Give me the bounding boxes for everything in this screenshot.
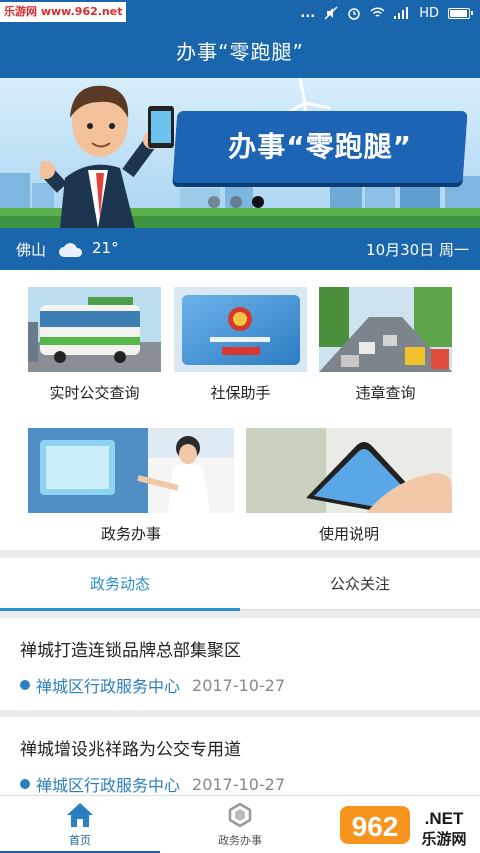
bullet-icon [20, 779, 30, 789]
news-title: 禅城增设兆祥路为公交专用道 [20, 740, 241, 760]
service-label: 使用说明 [318, 525, 379, 543]
weather-city: 佛山 [16, 241, 47, 259]
service-government[interactable]: 政务办事 [28, 428, 234, 548]
news-item[interactable]: 禅城增设兆祥路为公交专用道 禅城区行政服务中心 2017-10-27 [0, 717, 480, 795]
service-label: 社保助手 [210, 384, 271, 402]
battery-icon [448, 7, 473, 19]
tab-government-news[interactable]: 政务动态 [0, 558, 240, 611]
more-dots: ... [300, 5, 316, 21]
mute-icon [324, 6, 338, 20]
weather-bar: 佛山 21° 10月30日 周一 [0, 228, 480, 270]
news-source: 禅城区行政服务中心 [36, 776, 181, 795]
social-security-card-photo [174, 287, 307, 372]
watermark-label: 乐游网 www.962.net [0, 2, 127, 22]
carousel-dot[interactable] [230, 196, 242, 208]
banner-slogan: 办事“零跑腿” [228, 130, 413, 163]
service-traffic[interactable]: 违章查询 [319, 287, 452, 407]
service-label: 政务办事 [100, 525, 161, 543]
page-title: 办事“零跑腿” [0, 26, 480, 78]
active-tab-indicator [0, 608, 240, 611]
nav-label: 首页 [69, 834, 91, 847]
network-label: HD [419, 5, 439, 21]
wifi-icon [370, 7, 385, 17]
signal-icon [394, 7, 409, 19]
weather-date: 10月30日 周一 [366, 241, 469, 259]
service-hall-photo [28, 428, 234, 513]
alarm-icon [348, 8, 360, 20]
bullet-icon [20, 680, 30, 690]
carousel-dot[interactable] [208, 196, 220, 208]
news-meta: 禅城区行政服务中心 2017-10-27 [20, 673, 285, 697]
tab-label: 公众关注 [329, 575, 390, 593]
slogan-plaque: 办事“零跑腿” [172, 111, 468, 183]
news-meta: 禅城区行政服务中心 2017-10-27 [20, 772, 285, 796]
svg-text:962: 962 [352, 811, 399, 842]
services-grid: 实时公交查询 社保助手 违章查询 政务办事 使用说明 [0, 270, 480, 550]
weather-temperature: 21° [92, 239, 119, 257]
news-item[interactable]: 禅城打造连锁品牌总部集聚区 禅城区行政服务中心 2017-10-27 [0, 618, 480, 710]
tab-public-attention[interactable]: 公众关注 [240, 558, 480, 610]
news-tabs: 政务动态 公众关注 [0, 558, 480, 611]
news-date: 2017-10-27 [192, 675, 285, 695]
status-bar: 乐游网 www.962.net ... HD [0, 0, 480, 26]
watermark-logo: 962 .NET 乐游网 [340, 800, 476, 850]
nav-home[interactable]: 首页 [0, 796, 160, 853]
nav-government-service[interactable]: 政务办事 [160, 796, 320, 853]
status-icons: ... HD [300, 0, 473, 26]
phone-in-hand-photo [246, 428, 452, 513]
home-icon [67, 803, 93, 827]
service-social-security[interactable]: 社保助手 [174, 287, 307, 407]
news-source: 禅城区行政服务中心 [36, 677, 181, 696]
news-title: 禅城打造连锁品牌总部集聚区 [20, 641, 241, 661]
banner-carousel[interactable]: 办事“零跑腿” [0, 78, 480, 228]
svg-text:乐游网: 乐游网 [421, 830, 466, 848]
cloud-icon [59, 243, 83, 257]
nav-label: 政务办事 [218, 834, 262, 847]
traffic-photo [319, 287, 452, 372]
service-label: 违章查询 [355, 384, 416, 402]
tab-label: 政务动态 [89, 575, 150, 593]
carousel-indicators [208, 196, 264, 208]
carousel-dot-active[interactable] [252, 196, 264, 208]
news-date: 2017-10-27 [192, 774, 285, 794]
service-bus[interactable]: 实时公交查询 [28, 287, 161, 407]
service-label: 实时公交查询 [49, 384, 140, 402]
service-icon [228, 802, 252, 828]
svg-text:.NET: .NET [425, 809, 464, 828]
businessman-illustration [40, 85, 174, 228]
bus-photo [28, 287, 161, 372]
service-guide[interactable]: 使用说明 [246, 428, 452, 548]
